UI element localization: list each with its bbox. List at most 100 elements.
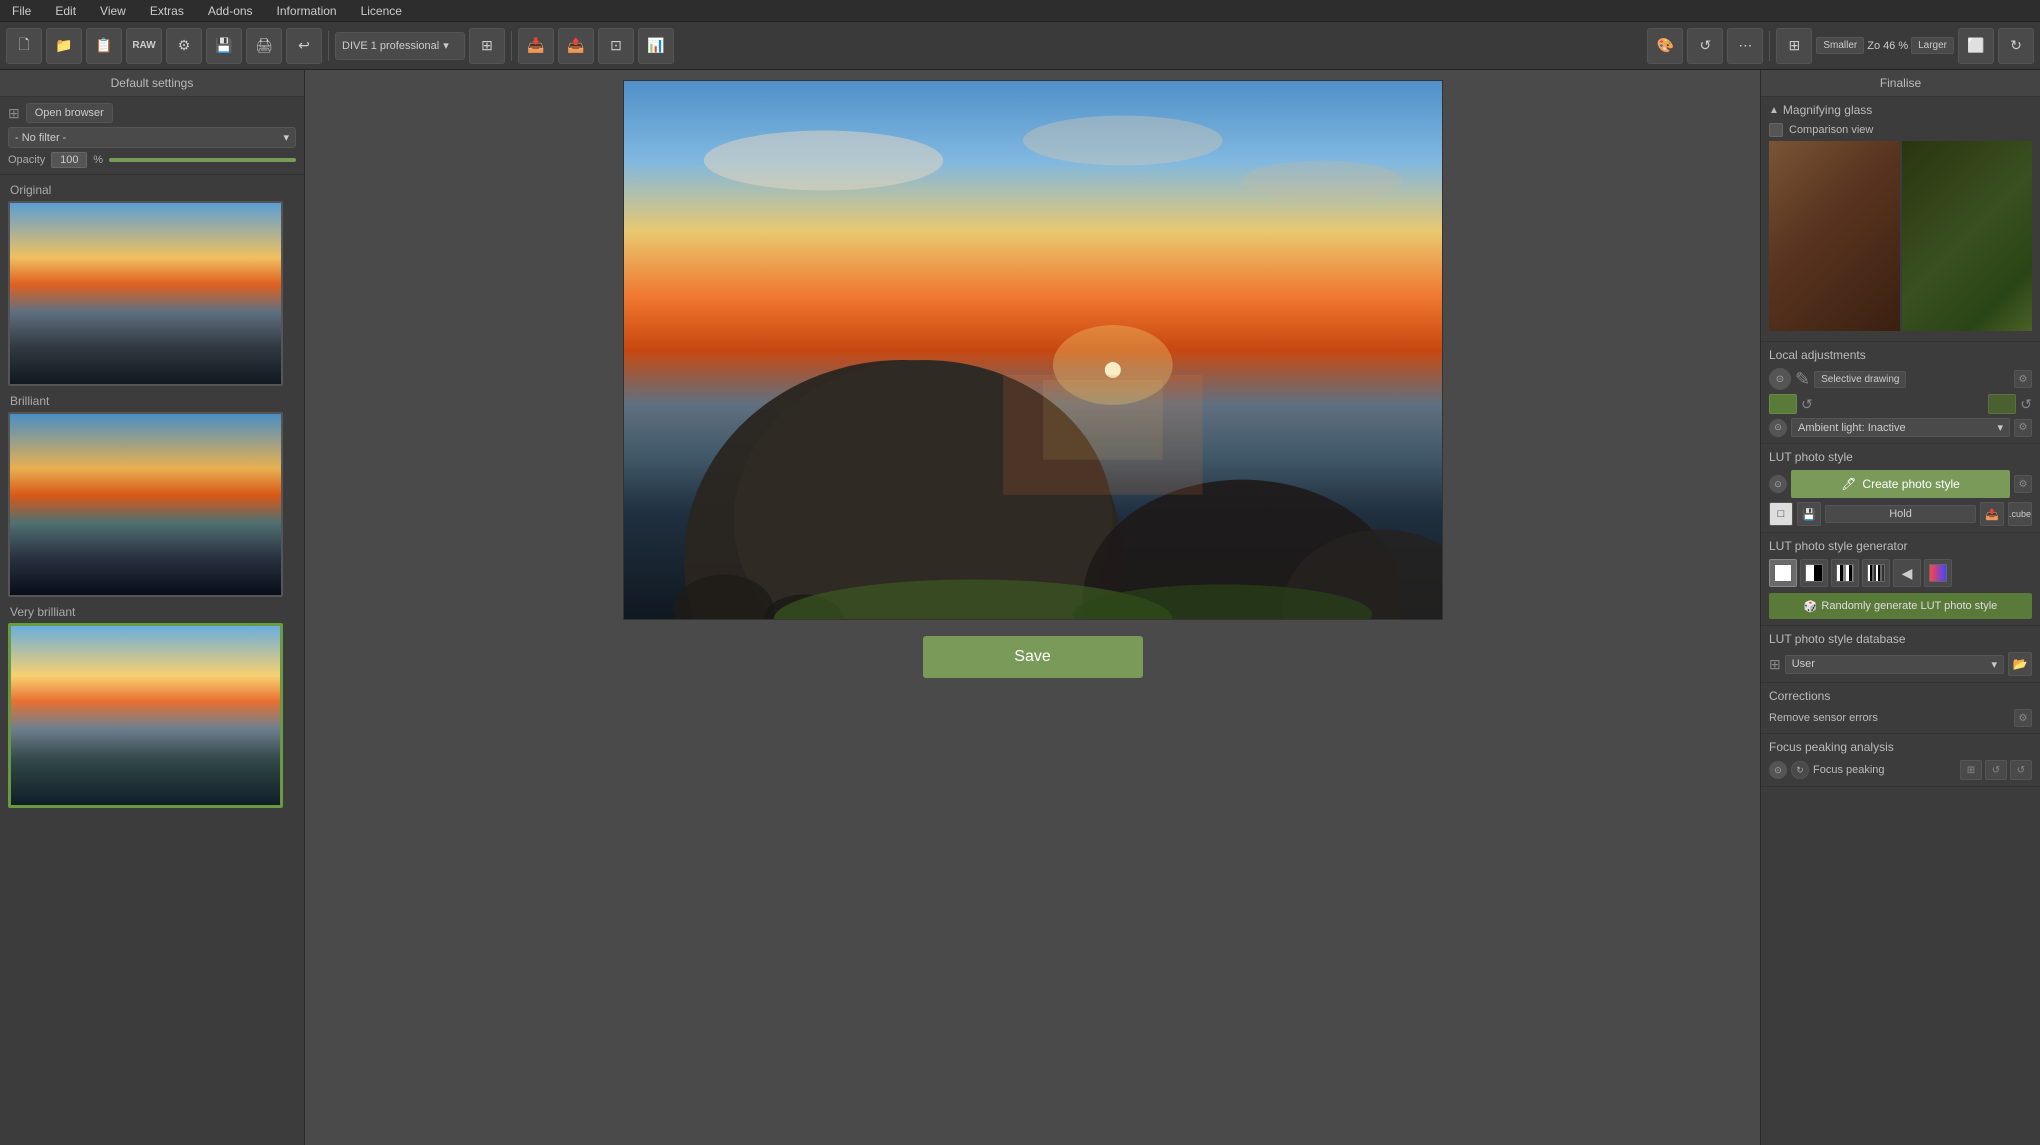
corrections-section: Corrections Remove sensor errors ⚙ [1761, 683, 2040, 734]
gen-btn-2[interactable] [1800, 559, 1828, 587]
zoom-label: Zo [1867, 40, 1880, 52]
save-btn[interactable]: 💾 [206, 28, 242, 64]
lut-save-btn[interactable]: 💾 [1797, 502, 1821, 526]
lut-export-btn[interactable]: 📤 [1980, 502, 2004, 526]
focus-btns: ⊞ ↺ ↺ [1960, 760, 2032, 780]
sep1 [328, 31, 329, 61]
menu-bar: File Edit View Extras Add-ons Informatio… [0, 0, 2040, 22]
very-brilliant-thumb[interactable] [8, 623, 283, 808]
opacity-slider[interactable] [109, 158, 296, 162]
menu-information[interactable]: Information [273, 2, 341, 20]
gen-btn-1[interactable] [1769, 559, 1797, 587]
fit-btn[interactable]: ⊞ [1776, 28, 1812, 64]
opacity-input[interactable] [51, 152, 87, 168]
zoom-value: 46 [1883, 40, 1895, 52]
raw-btn[interactable]: RAW [126, 28, 162, 64]
sidebar-header: Default settings [0, 70, 304, 97]
gen-btn-arrow[interactable]: ◀ [1893, 559, 1921, 587]
lut-photo-style-section: LUT photo style ⊙ 🖊 Create photo style ⚙… [1761, 444, 2040, 533]
lut-cube-btn[interactable]: .cube [2008, 502, 2032, 526]
filter-dropdown[interactable]: - No filter - ▾ [8, 127, 296, 148]
ambient-row: ⊙ Ambient light: Inactive ▾ ⚙ [1769, 418, 2032, 437]
corrections-row: Remove sensor errors ⚙ [1769, 709, 2032, 727]
menu-file[interactable]: File [8, 2, 35, 20]
brilliant-thumb[interactable] [8, 412, 283, 597]
random-lut-btn[interactable]: 🎲 Randomly generate LUT photo style [1769, 593, 2032, 619]
open-browser-btn[interactable]: Open browser [26, 103, 113, 123]
mag-right-panel [1902, 141, 2033, 331]
zoom-fit-btn[interactable]: ⬜ [1958, 28, 1994, 64]
zoom-larger-btn[interactable]: Larger [1911, 37, 1954, 54]
right-sidebar: Finalise ▲ Magnifying glass Comparison v… [1760, 70, 2040, 1145]
selective-drawing-btn[interactable]: Selective drawing [1814, 371, 1906, 388]
open-btn[interactable]: 📁 [46, 28, 82, 64]
preview-original: Original [8, 183, 296, 386]
gen-btn-4[interactable] [1862, 559, 1890, 587]
redo-btn[interactable]: ↩ [286, 28, 322, 64]
more-btn[interactable]: ⋯ [1727, 28, 1763, 64]
refresh-btn[interactable]: ↺ [1687, 28, 1723, 64]
compare-btn[interactable]: ⊡ [598, 28, 634, 64]
focus-icon: ⊙ [1769, 761, 1787, 779]
create-photo-style-btn[interactable]: 🖊 Create photo style [1791, 470, 2010, 498]
dice-icon: 🎲 [1804, 600, 1818, 613]
pencil-icon[interactable]: ✎ [1795, 369, 1810, 390]
color-btn[interactable]: 🎨 [1647, 28, 1683, 64]
ambient-icon: ⊙ [1769, 419, 1787, 437]
zoom-smaller-btn[interactable]: Smaller [1816, 37, 1864, 54]
gen-btn-3[interactable] [1831, 559, 1859, 587]
menu-edit[interactable]: Edit [51, 2, 80, 20]
original-thumb[interactable] [8, 201, 283, 386]
lut-tools-row: □ 💾 Hold 📤 .cube [1769, 502, 2032, 526]
remove-sensor-btn[interactable]: Remove sensor errors [1769, 712, 1878, 724]
menu-view[interactable]: View [96, 2, 130, 20]
zoom-control: Smaller Zo 46 % Larger [1816, 37, 1954, 54]
browse-btn[interactable]: 📋 [86, 28, 122, 64]
refresh2-icon[interactable]: ↺ [2020, 396, 2032, 413]
focus-btn-2[interactable]: ↺ [1985, 760, 2007, 780]
lut-hold-btn[interactable]: Hold [1825, 505, 1976, 523]
focus-btn-1[interactable]: ⊞ [1960, 760, 1982, 780]
ambient-dropdown[interactable]: Ambient light: Inactive ▾ [1791, 418, 2010, 437]
refresh1-icon[interactable]: ↺ [1801, 396, 1813, 413]
profile-settings-btn[interactable]: ⊞ [469, 28, 505, 64]
local-adj-settings-icon[interactable]: ⚙ [2014, 370, 2032, 388]
focus-label: Focus peaking [1813, 764, 1956, 776]
comparison-label: Comparison view [1789, 124, 1873, 136]
new-file-btn[interactable]: 🗋 [6, 28, 42, 64]
comparison-checkbox[interactable] [1769, 123, 1783, 137]
export-btn[interactable]: 📤 [558, 28, 594, 64]
magnifying-glass-title: ▲ Magnifying glass [1769, 103, 2032, 117]
folder-btn[interactable]: 📂 [2008, 652, 2032, 676]
settings-btn[interactable]: ⚙ [166, 28, 202, 64]
grid-icon: ⊞ [8, 105, 20, 122]
profile-dropdown[interactable]: DIVE 1 professional ▾ [335, 32, 465, 60]
lut-white-btn[interactable]: □ [1769, 502, 1793, 526]
very-brilliant-label: Very brilliant [8, 605, 296, 619]
main-image [623, 80, 1443, 620]
arrow-icon: ▲ [1769, 105, 1779, 116]
rotate-btn[interactable]: ↻ [1998, 28, 2034, 64]
local-mask-btn2[interactable] [1988, 394, 2016, 414]
focus-refresh-icon[interactable]: ↻ [1791, 761, 1809, 779]
lut-db-dropdown[interactable]: User ▾ [1785, 655, 2004, 674]
ambient-settings-icon[interactable]: ⚙ [2014, 419, 2032, 437]
left-sidebar: Default settings ⊞ Open browser - No fil… [0, 70, 305, 1145]
print-btn[interactable]: 🖨 [246, 28, 282, 64]
gen-btn-gradient[interactable] [1924, 559, 1952, 587]
local-mask-btn1[interactable] [1769, 394, 1797, 414]
opacity-pct: % [93, 154, 103, 166]
create-icon: 🖊 [1841, 477, 1856, 491]
center-area: Save [305, 70, 1760, 1145]
lut-style-settings-icon[interactable]: ⚙ [2014, 475, 2032, 493]
save-button[interactable]: Save [923, 636, 1143, 678]
histogram-btn[interactable]: 📊 [638, 28, 674, 64]
import-btn[interactable]: 📥 [518, 28, 554, 64]
original-label: Original [8, 183, 296, 197]
preview-brilliant: Brilliant [8, 394, 296, 597]
menu-addons[interactable]: Add-ons [204, 2, 257, 20]
menu-licence[interactable]: Licence [357, 2, 406, 20]
focus-btn-3[interactable]: ↺ [2010, 760, 2032, 780]
menu-extras[interactable]: Extras [146, 2, 188, 20]
corrections-settings-icon[interactable]: ⚙ [2014, 709, 2032, 727]
